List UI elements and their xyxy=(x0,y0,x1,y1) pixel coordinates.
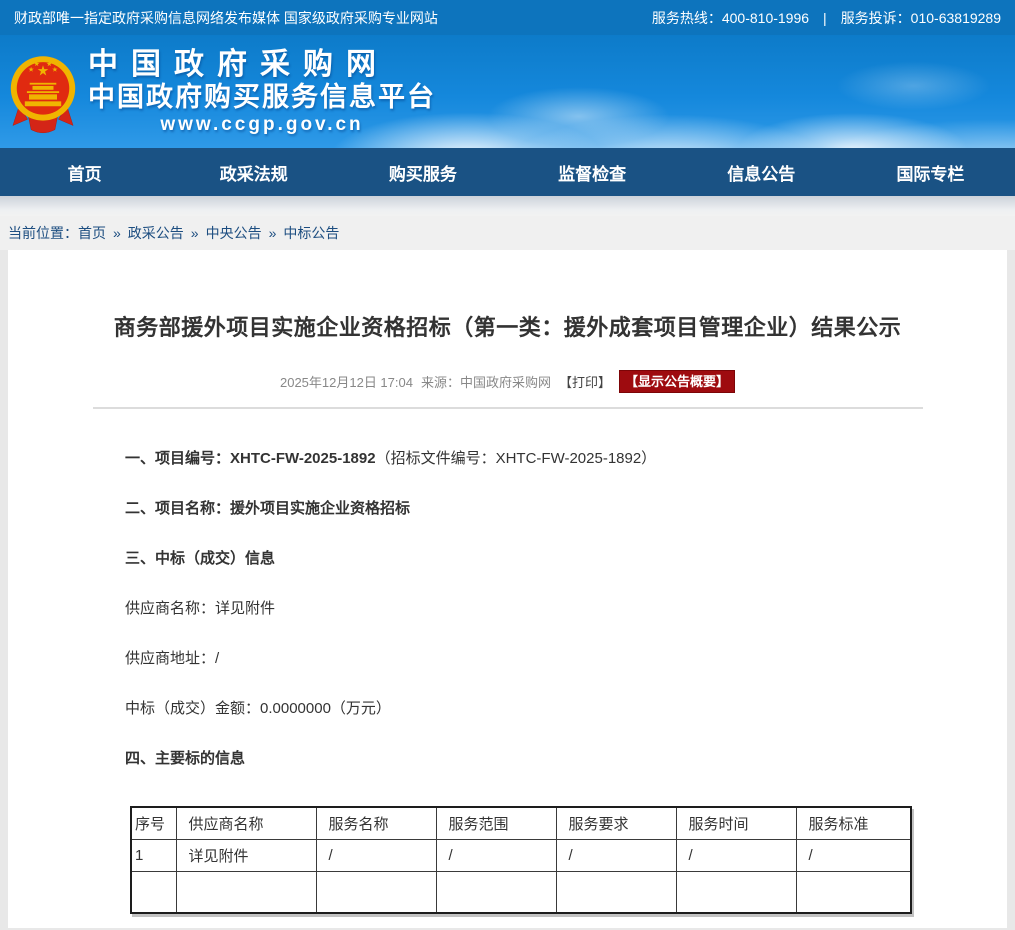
cell-supplier: 详见附件 xyxy=(176,839,316,871)
section-project-name: 二、项目名称：援外项目实施企业资格招标 xyxy=(125,498,917,519)
article-source: 来源：中国政府采购网 xyxy=(421,372,551,391)
cell-service-standard: / xyxy=(796,839,911,871)
section-project-number: 一、项目编号：XHTC-FW-2025-1892（招标文件编号：XHTC-FW-… xyxy=(125,448,917,469)
breadcrumb-central-announcements[interactable]: 中央公告 xyxy=(206,223,262,243)
nav-item-announcements[interactable]: 信息公告 xyxy=(677,148,846,196)
article-meta: 2025年12月12日 17:04 来源：中国政府采购网 【打印】 【显示公告概… xyxy=(8,370,1007,393)
cell-empty xyxy=(316,871,436,913)
table-header-row: 序号 供应商名称 服务名称 服务范围 服务要求 服务时间 服务标准 xyxy=(131,807,911,839)
breadcrumb-separator: » xyxy=(191,225,199,241)
col-header-seq: 序号 xyxy=(131,807,176,839)
topbar-divider: | xyxy=(823,10,827,26)
breadcrumb-separator: » xyxy=(269,225,277,241)
national-emblem-icon xyxy=(8,48,78,140)
table-row-empty xyxy=(131,871,911,913)
article-container: 商务部援外项目实施企业资格招标（第一类：援外成套项目管理企业）结果公示 2025… xyxy=(8,250,1007,928)
breadcrumb-label: 当前位置： xyxy=(8,223,78,243)
section-main-subject-heading: 四、主要标的信息 xyxy=(125,748,917,769)
section-supplier-address: 供应商地址：/ xyxy=(125,648,917,669)
nav-item-international[interactable]: 国际专栏 xyxy=(846,148,1015,196)
cell-service-time: / xyxy=(676,839,796,871)
site-slogan: 财政部唯一指定政府采购信息网络发布媒体 国家级政府采购专业网站 xyxy=(14,8,438,28)
section-award-amount: 中标（成交）金额：0.0000000（万元） xyxy=(125,698,917,719)
subject-info-table: 序号 供应商名称 服务名称 服务范围 服务要求 服务时间 服务标准 1 详见附件… xyxy=(130,806,912,914)
col-header-supplier: 供应商名称 xyxy=(176,807,316,839)
site-header: 中国政府采购网 中国政府购买服务信息平台 www.ccgp.gov.cn xyxy=(0,35,1015,148)
col-header-service-standard: 服务标准 xyxy=(796,807,911,839)
nav-item-home[interactable]: 首页 xyxy=(0,148,169,196)
service-hotline: 服务热线：400-810-1996 xyxy=(652,8,809,28)
section-award-info-heading: 三、中标（成交）信息 xyxy=(125,548,917,569)
page-background: 商务部援外项目实施企业资格招标（第一类：援外成套项目管理企业）结果公示 2025… xyxy=(0,250,1015,928)
nav-item-regulations[interactable]: 政采法规 xyxy=(169,148,338,196)
col-header-service-name: 服务名称 xyxy=(316,807,436,839)
cell-empty xyxy=(176,871,316,913)
cell-service-requirements: / xyxy=(556,839,676,871)
nav-item-supervision[interactable]: 监督检查 xyxy=(508,148,677,196)
nav-item-purchase-services[interactable]: 购买服务 xyxy=(338,148,507,196)
cell-service-scope: / xyxy=(436,839,556,871)
breadcrumb-procurement-announcements[interactable]: 政采公告 xyxy=(128,223,184,243)
article-body: 一、项目编号：XHTC-FW-2025-1892（招标文件编号：XHTC-FW-… xyxy=(8,409,1007,914)
page-title: 商务部援外项目实施企业资格招标（第一类：援外成套项目管理企业）结果公示 xyxy=(8,310,1007,342)
breadcrumb-home[interactable]: 首页 xyxy=(78,223,106,243)
site-title: 中国政府采购网 xyxy=(88,48,436,82)
breadcrumb-award-announcements[interactable]: 中标公告 xyxy=(283,223,339,243)
col-header-service-time: 服务时间 xyxy=(676,807,796,839)
main-nav: 首页 政采法规 购买服务 监督检查 信息公告 国际专栏 xyxy=(0,148,1015,196)
site-logo[interactable]: 中国政府采购网 中国政府购买服务信息平台 www.ccgp.gov.cn xyxy=(0,48,436,140)
col-header-service-requirements: 服务要求 xyxy=(556,807,676,839)
breadcrumb-separator: » xyxy=(113,225,121,241)
section-supplier-name: 供应商名称：详见附件 xyxy=(125,598,917,619)
cell-empty xyxy=(436,871,556,913)
print-button[interactable]: 【打印】 xyxy=(559,372,611,391)
top-utility-bar: 财政部唯一指定政府采购信息网络发布媒体 国家级政府采购专业网站 服务热线：400… xyxy=(0,0,1015,35)
table-row: 1 详见附件 / / / / / xyxy=(131,839,911,871)
show-summary-button[interactable]: 【显示公告概要】 xyxy=(619,370,735,393)
publish-date: 2025年12月12日 17:04 xyxy=(280,372,413,391)
cell-seq: 1 xyxy=(131,839,176,871)
nav-shadow-strip xyxy=(0,196,1015,216)
cell-empty xyxy=(796,871,911,913)
breadcrumb: 当前位置： 首页 » 政采公告 » 中央公告 » 中标公告 xyxy=(0,216,1015,250)
cell-empty xyxy=(131,871,176,913)
cell-service-name: / xyxy=(316,839,436,871)
cell-empty xyxy=(556,871,676,913)
cell-empty xyxy=(676,871,796,913)
site-subtitle: 中国政府购买服务信息平台 xyxy=(88,82,436,113)
service-complaint: 服务投诉：010-63819289 xyxy=(841,8,1001,28)
site-url: www.ccgp.gov.cn xyxy=(88,113,436,137)
col-header-service-scope: 服务范围 xyxy=(436,807,556,839)
